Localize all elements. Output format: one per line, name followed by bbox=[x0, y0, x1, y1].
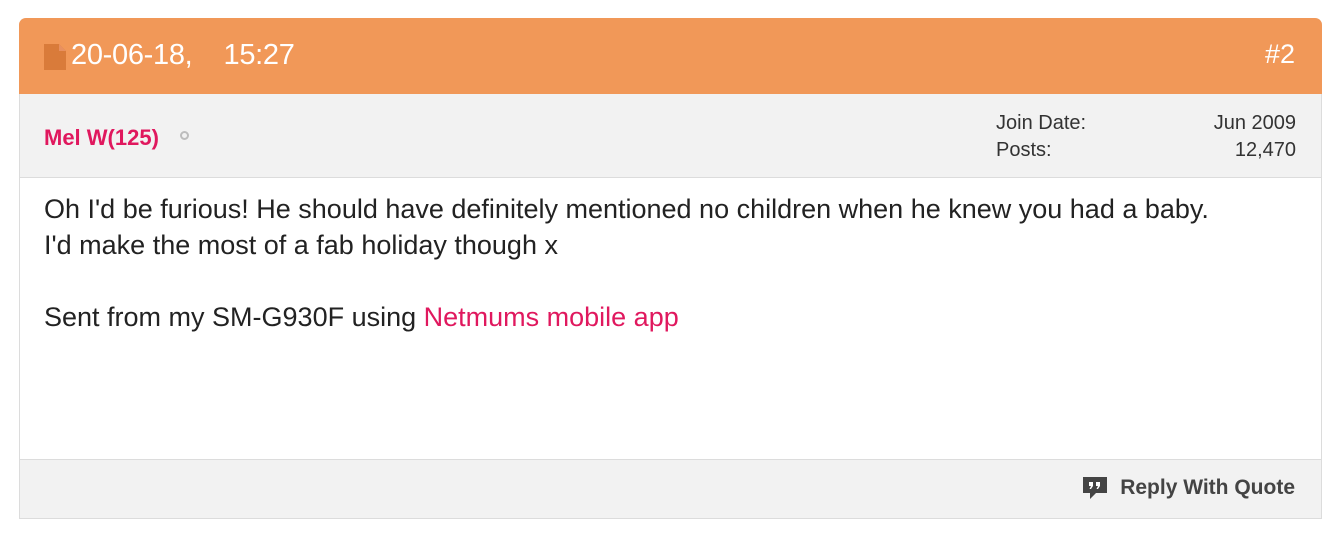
user-info-bar: Mel W(125) Join Date: Jun 2009 Posts: 12… bbox=[20, 94, 1321, 178]
username-link[interactable]: Mel W(125) bbox=[44, 125, 159, 151]
posts-label: Posts: bbox=[996, 139, 1052, 161]
post-header: 20-06-18, 15:27 #2 bbox=[19, 18, 1322, 94]
post-text-line-2: I'd make the most of a fab holiday thoug… bbox=[44, 230, 558, 260]
join-date-value: Jun 2009 bbox=[1213, 112, 1296, 134]
forum-post: 20-06-18, 15:27 #2 Mel W(125) Join Date:… bbox=[19, 18, 1322, 519]
signature-text: Sent from my SM-G930F using bbox=[44, 302, 424, 332]
join-date-label: Join Date: bbox=[996, 112, 1087, 134]
post-datetime: 20-06-18, 15:27 bbox=[71, 37, 295, 73]
quote-bubble-icon bbox=[1083, 477, 1108, 499]
document-icon bbox=[44, 44, 66, 70]
post-date: 20-06-18, bbox=[71, 39, 193, 71]
posts-value: 12,470 bbox=[1234, 139, 1296, 161]
post-signature: Sent from my SM-G930F using Netmums mobi… bbox=[44, 299, 1294, 335]
user-stats: Join Date: Jun 2009 Posts: 12,470 bbox=[996, 110, 1296, 164]
post-content: Oh I'd be furious! He should have defini… bbox=[44, 191, 1294, 335]
netmums-app-link[interactable]: Netmums mobile app bbox=[424, 302, 679, 332]
reply-with-quote-label: Reply With Quote bbox=[1120, 476, 1295, 499]
post-time: 15:27 bbox=[223, 39, 295, 71]
posts-row: Posts: 12,470 bbox=[996, 137, 1296, 164]
post-number-link[interactable]: #2 bbox=[1265, 36, 1295, 72]
post-footer: Reply With Quote bbox=[20, 459, 1321, 518]
join-date-row: Join Date: Jun 2009 bbox=[996, 110, 1296, 137]
post-text-line-1: Oh I'd be furious! He should have defini… bbox=[44, 194, 1209, 224]
offline-status-icon bbox=[180, 131, 189, 140]
reply-with-quote-button[interactable]: Reply With Quote bbox=[1082, 473, 1295, 503]
